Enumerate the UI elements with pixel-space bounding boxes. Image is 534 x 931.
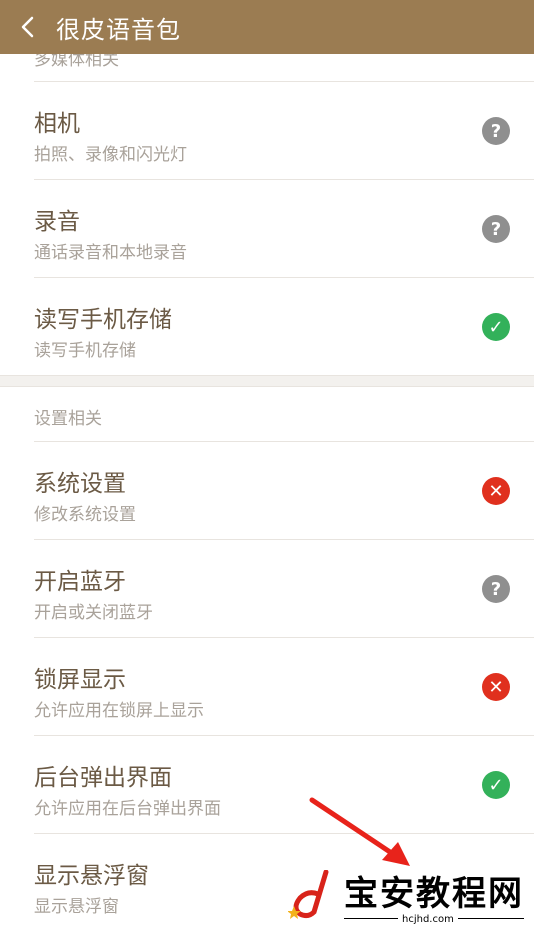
permission-desc: 开启或关闭蓝牙 xyxy=(34,603,153,623)
app-header: 很皮语音包 xyxy=(0,0,534,54)
section-label-settings: 设置相关 xyxy=(34,409,102,429)
permission-name: 开启蓝牙 xyxy=(34,569,126,595)
question-icon[interactable]: ? xyxy=(482,575,510,603)
permission-desc: 允许应用在锁屏上显示 xyxy=(34,701,204,721)
cross-icon[interactable]: ✕ xyxy=(482,673,510,701)
permission-name: 显示悬浮窗 xyxy=(34,863,149,889)
permission-name: 相机 xyxy=(34,111,80,137)
permission-row-system-settings[interactable]: 系统设置 修改系统设置 ✕ xyxy=(0,442,534,539)
permission-name: 录音 xyxy=(34,209,80,235)
permission-name: 读写手机存储 xyxy=(34,307,172,333)
question-icon[interactable]: ? xyxy=(482,117,510,145)
cross-icon[interactable]: ✕ xyxy=(482,477,510,505)
permission-row-record[interactable]: 录音 通话录音和本地录音 ? xyxy=(0,180,534,277)
permission-row-storage[interactable]: 读写手机存储 读写手机存储 ✓ xyxy=(0,278,534,375)
section-label-multimedia: 多媒体相关 xyxy=(34,54,119,70)
permission-desc: 修改系统设置 xyxy=(34,505,136,525)
permission-row-background-popup[interactable]: 后台弹出界面 允许应用在后台弹出界面 ✓ xyxy=(0,736,534,833)
watermark-logo: 宝安教程网 hcjhd.com xyxy=(288,866,528,926)
page-title: 很皮语音包 xyxy=(56,15,181,44)
permission-desc: 显示悬浮窗 xyxy=(34,897,119,917)
question-icon[interactable]: ? xyxy=(482,215,510,243)
permission-desc: 通话录音和本地录音 xyxy=(34,243,187,263)
check-icon[interactable]: ✓ xyxy=(482,313,510,341)
permission-desc: 允许应用在后台弹出界面 xyxy=(34,799,221,819)
permission-name: 锁屏显示 xyxy=(34,667,126,693)
section-gap xyxy=(0,375,534,387)
permission-desc: 拍照、录像和闪光灯 xyxy=(34,145,187,165)
back-button[interactable] xyxy=(0,0,56,54)
annotation-arrow xyxy=(309,797,410,866)
permission-row-lockscreen[interactable]: 锁屏显示 允许应用在锁屏上显示 ✕ xyxy=(0,638,534,735)
logo-mark-icon xyxy=(288,870,329,919)
permission-name: 系统设置 xyxy=(34,471,126,497)
watermark-url: hcjhd.com xyxy=(398,914,458,925)
watermark-text: 宝安教程网 xyxy=(344,874,524,914)
permission-desc: 读写手机存储 xyxy=(34,341,136,361)
check-icon[interactable]: ✓ xyxy=(482,771,510,799)
permission-row-camera[interactable]: 相机 拍照、录像和闪光灯 ? xyxy=(0,82,534,179)
permission-row-bluetooth[interactable]: 开启蓝牙 开启或关闭蓝牙 ? xyxy=(0,540,534,637)
chevron-left-icon xyxy=(21,16,34,38)
permission-list[interactable]: 多媒体相关 相机 拍照、录像和闪光灯 ? 录音 通话录音和本地录音 ? 读写手机… xyxy=(0,54,534,931)
permission-name: 后台弹出界面 xyxy=(34,765,172,791)
